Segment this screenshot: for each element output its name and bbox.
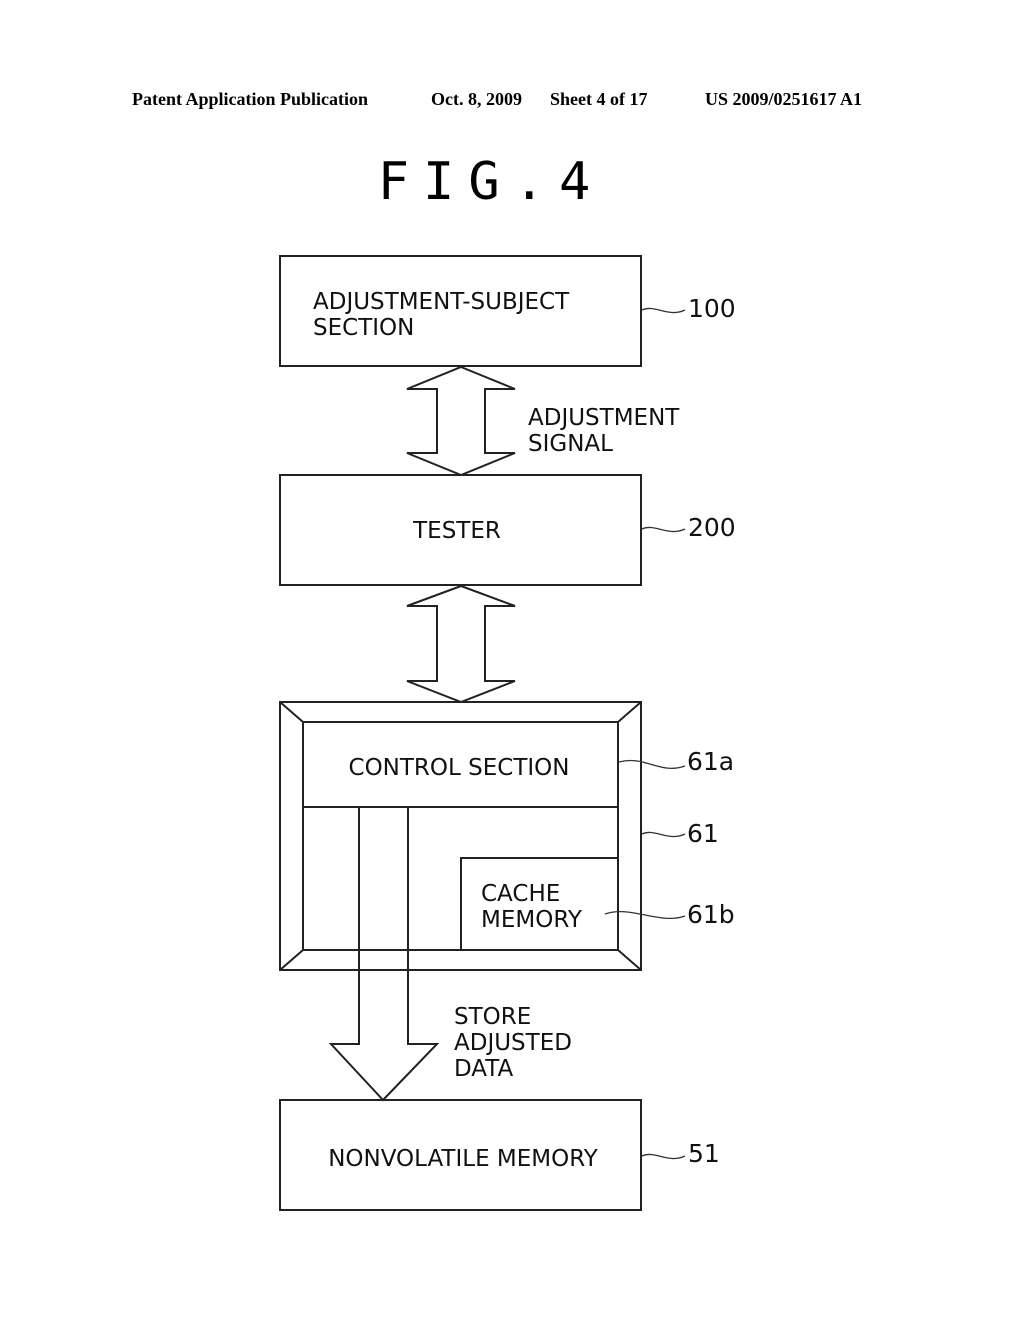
down-arrow-icon [328, 807, 440, 1102]
ref-51: 51 [688, 1139, 720, 1168]
bevel-top-left [279, 701, 304, 723]
bevel-top-right [617, 701, 642, 723]
nonvolatile-memory-label: NONVOLATILE MEMORY [328, 1146, 599, 1172]
ref-61b: 61b [687, 900, 735, 929]
leader-line-100 [641, 307, 686, 314]
ref-61a: 61a [687, 747, 734, 776]
store-adjusted-data-arrow: STORE ADJUSTED DATA [328, 807, 572, 1102]
leader-line-51 [641, 1153, 686, 1160]
adjustment-subject-label-line2: SECTION [313, 315, 414, 341]
store-label-line1: STORE [454, 1004, 531, 1030]
store-label-line2: ADJUSTED [454, 1030, 572, 1056]
adjustment-signal-label-line1: ADJUSTMENT [528, 405, 680, 431]
adjustment-signal-label-line2: SIGNAL [528, 431, 613, 457]
leader-line-200 [641, 526, 686, 533]
bevel-bottom-right [617, 949, 642, 971]
cache-memory-label-line1: CACHE [481, 881, 560, 907]
double-arrow-icon [406, 365, 516, 477]
ref-61: 61 [687, 819, 719, 848]
tester-block: TESTER 200 [279, 474, 736, 586]
cache-memory-block: CACHE MEMORY 61b [460, 857, 735, 950]
ref-100: 100 [688, 294, 736, 323]
control-section-block: CONTROL SECTION 61a [303, 747, 734, 808]
adjustment-signal-arrow: ADJUSTMENT SIGNAL [406, 365, 680, 477]
bevel-bottom-left [279, 949, 304, 971]
nonvolatile-memory-block: NONVOLATILE MEMORY 51 [279, 1099, 720, 1211]
store-label-line3: DATA [454, 1056, 514, 1082]
leader-line-61 [641, 831, 686, 838]
leader-line-61a [618, 759, 686, 769]
control-section-label: CONTROL SECTION [349, 755, 570, 781]
tester-label: TESTER [412, 518, 501, 544]
block-diagram: ADJUSTMENT-SUBJECT SECTION 100 ADJUSTMEN… [279, 255, 736, 1211]
cache-memory-label-line2: MEMORY [481, 907, 583, 933]
adjustment-subject-label-line1: ADJUSTMENT-SUBJECT [313, 289, 570, 315]
tester-module-double-arrow-icon [406, 584, 516, 704]
ref-200: 200 [688, 513, 736, 542]
adjustment-subject-block: ADJUSTMENT-SUBJECT SECTION 100 [279, 255, 736, 367]
